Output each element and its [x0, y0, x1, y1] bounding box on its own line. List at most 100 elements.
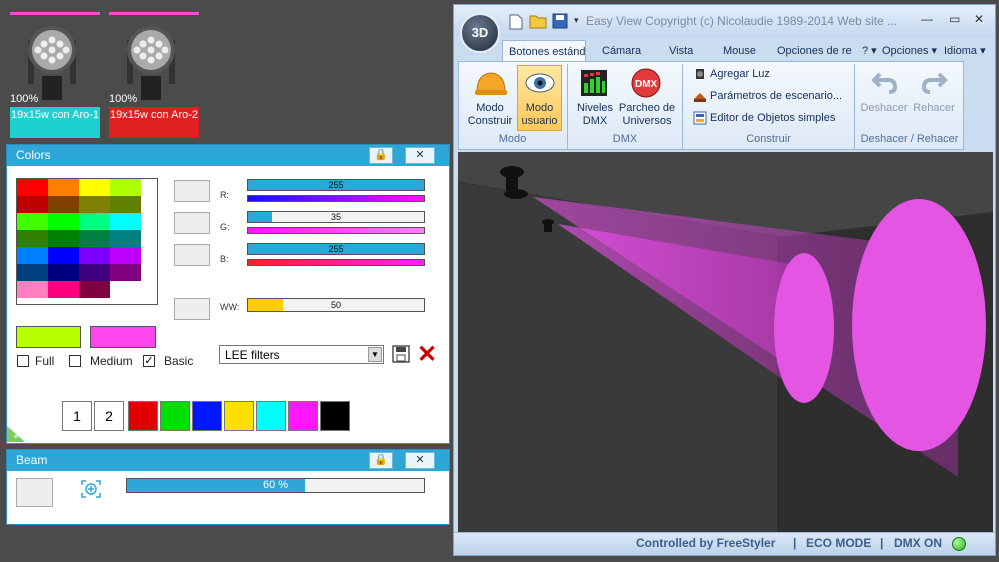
new-file-icon[interactable]: [509, 14, 523, 30]
palette-swatch[interactable]: [48, 196, 79, 213]
filter-select[interactable]: LEE filters ▼: [219, 345, 384, 364]
palette-swatch[interactable]: [17, 264, 48, 281]
medium-checkbox[interactable]: [69, 355, 81, 367]
tab-vista[interactable]: Vista: [669, 40, 693, 62]
palette-swatch[interactable]: [48, 281, 79, 298]
palette-swatch[interactable]: [17, 196, 48, 213]
b-slider[interactable]: 255: [247, 243, 425, 255]
white-color-button[interactable]: [174, 298, 210, 320]
palette-swatch[interactable]: [48, 264, 79, 281]
open-folder-icon[interactable]: [529, 13, 547, 29]
palette-swatch[interactable]: [79, 264, 110, 281]
beam-slider[interactable]: 60 %: [126, 478, 425, 493]
help-menu[interactable]: ? ▾: [862, 40, 877, 62]
quick-color-swatch[interactable]: [288, 401, 318, 431]
window-title: Easy View Copyright (c) Nicolaudie 1989-…: [586, 14, 898, 28]
chevron-down-icon[interactable]: ▼: [368, 347, 382, 362]
basic-checkbox[interactable]: ✓: [143, 355, 155, 367]
close-panel-button[interactable]: ✕: [405, 452, 435, 469]
palette-swatch[interactable]: [79, 179, 110, 196]
palette-swatch[interactable]: [79, 281, 110, 298]
palette-swatch[interactable]: [17, 213, 48, 230]
palette-swatch[interactable]: [48, 230, 79, 247]
current-color-swatch[interactable]: [16, 326, 81, 348]
modo-usuario-button[interactable]: Modo usuario: [517, 102, 562, 128]
palette-swatch[interactable]: [48, 179, 79, 196]
qat-dropdown-icon[interactable]: ▾: [574, 15, 579, 26]
fixture-2[interactable]: 100% 19x15w con Aro-2: [109, 12, 201, 140]
tab-camara[interactable]: Cámara: [602, 40, 641, 62]
idioma-menu[interactable]: Idioma ▾: [944, 40, 986, 62]
quick-preset-2[interactable]: 2: [94, 401, 124, 431]
moving-head-icon: [28, 26, 76, 100]
tab-botones[interactable]: Botones estánd: [502, 40, 586, 62]
full-checkbox[interactable]: [17, 355, 29, 367]
palette-swatch[interactable]: [110, 247, 141, 264]
beam-button[interactable]: [16, 478, 53, 507]
palette-swatch[interactable]: [79, 213, 110, 230]
parametros-button[interactable]: Parámetros de escenario...: [710, 90, 842, 102]
palette-swatch[interactable]: [79, 196, 110, 213]
palette-swatch[interactable]: [110, 281, 141, 298]
niveles-dmx-button[interactable]: Niveles DMX: [572, 102, 618, 128]
resize-grip-icon[interactable]: +: [7, 422, 29, 442]
ww-slider[interactable]: 50: [247, 298, 425, 312]
tab-opciones-render[interactable]: Opciones de re: [777, 40, 857, 62]
light-spot: [852, 199, 986, 451]
palette-swatch[interactable]: [17, 230, 48, 247]
quick-color-swatch[interactable]: [192, 401, 222, 431]
palette-swatch[interactable]: [17, 247, 48, 264]
status-eco: ECO MODE: [806, 536, 872, 550]
quick-color-swatch[interactable]: [128, 401, 158, 431]
close-button[interactable]: ✕: [974, 12, 984, 26]
palette-swatch[interactable]: [48, 247, 79, 264]
quick-color-swatch[interactable]: [320, 401, 350, 431]
deshacer-button[interactable]: Deshacer: [858, 102, 910, 115]
palette-swatch[interactable]: [79, 247, 110, 264]
opciones-menu[interactable]: Opciones ▾: [882, 40, 937, 62]
green-color-button[interactable]: [174, 212, 210, 234]
group-deshacer-label: Deshacer / Rehacer: [860, 133, 959, 145]
lock-icon[interactable]: 🔒: [369, 147, 393, 164]
3d-viewport[interactable]: [458, 152, 993, 532]
easy-view-window: 3D ▾ Easy View Copyright (c) Nicolaudie …: [453, 4, 996, 556]
palette-swatch[interactable]: [110, 264, 141, 281]
zoom-icon[interactable]: [80, 479, 102, 499]
app-logo[interactable]: 3D: [460, 13, 500, 53]
delete-icon[interactable]: ✕: [417, 340, 437, 369]
quick-color-swatch[interactable]: [160, 401, 190, 431]
palette-swatch[interactable]: [110, 196, 141, 213]
palette-swatch[interactable]: [110, 213, 141, 230]
palette-swatch[interactable]: [17, 281, 48, 298]
rehacer-button[interactable]: Rehacer: [909, 102, 959, 115]
blue-color-button[interactable]: [174, 244, 210, 266]
palette-swatch[interactable]: [48, 213, 79, 230]
minimize-button[interactable]: —: [921, 12, 933, 26]
palette-swatch[interactable]: [110, 230, 141, 247]
secondary-color-swatch[interactable]: [90, 326, 156, 348]
save-icon[interactable]: [391, 344, 411, 364]
g-gradient: [247, 227, 425, 234]
g-slider[interactable]: 35: [247, 211, 425, 223]
modo-construir-button[interactable]: Modo Construir: [464, 102, 516, 128]
medium-label: Medium: [90, 354, 133, 368]
fixture-1[interactable]: 100% 19x15w con Aro-1: [10, 12, 102, 140]
close-panel-button[interactable]: ✕: [405, 147, 435, 164]
lock-icon[interactable]: 🔒: [369, 452, 393, 469]
palette-swatch[interactable]: [17, 179, 48, 196]
r-slider[interactable]: 255: [247, 179, 425, 191]
save-icon[interactable]: [552, 13, 568, 29]
quick-preset-1[interactable]: 1: [62, 401, 92, 431]
editor-button[interactable]: Editor de Objetos simples: [710, 112, 835, 124]
quick-color-swatch[interactable]: [256, 401, 286, 431]
agregar-luz-button[interactable]: Agregar Luz: [710, 68, 770, 80]
palette-swatch[interactable]: [79, 230, 110, 247]
restore-button[interactable]: ▭: [949, 12, 960, 26]
palette-swatch[interactable]: [110, 179, 141, 196]
parcheo-button[interactable]: Parcheo de Universos: [616, 102, 678, 128]
r-value: 255: [328, 180, 344, 190]
tab-mouse[interactable]: Mouse: [723, 40, 756, 62]
red-color-button[interactable]: [174, 180, 210, 202]
fixture-selection-bar: [10, 12, 100, 15]
quick-color-swatch[interactable]: [224, 401, 254, 431]
